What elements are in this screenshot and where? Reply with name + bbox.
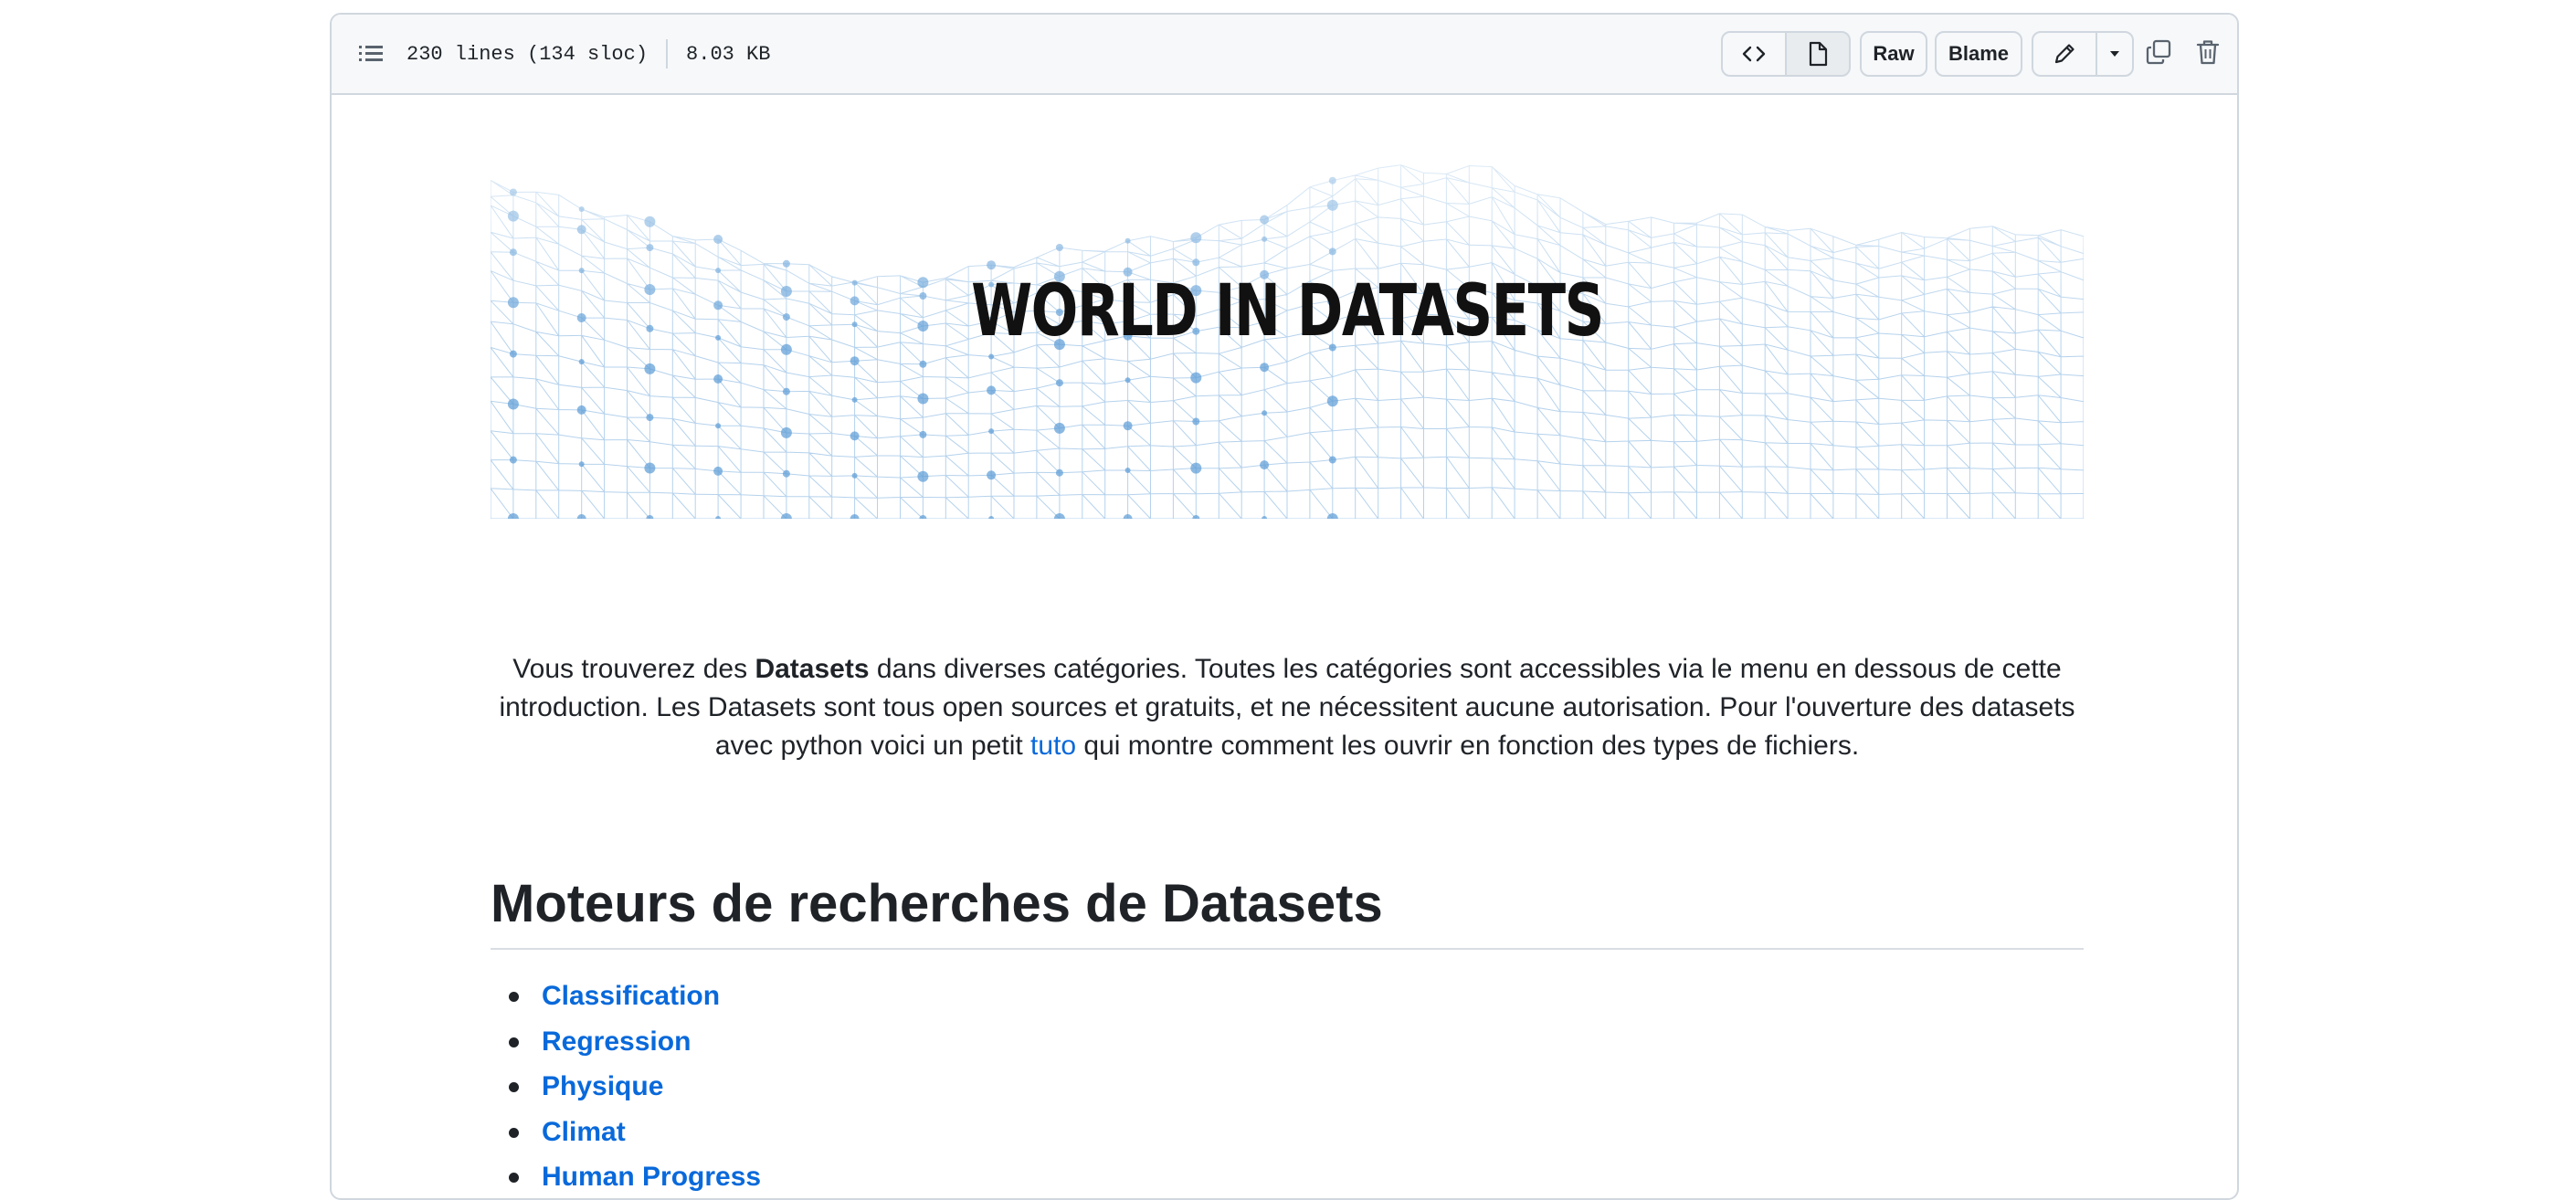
file-header: 230 lines (134 sloc) 8.03 KB Raw Blame xyxy=(332,15,2237,95)
file-size: 8.03 KB xyxy=(686,42,771,66)
file-icon xyxy=(1809,41,1828,67)
copy-button[interactable] xyxy=(2143,37,2174,68)
banner-image: WORLD IN DATASETS xyxy=(491,161,2084,519)
trash-icon xyxy=(2196,40,2220,65)
section-heading: Moteurs de recherches de Datasets xyxy=(491,866,2084,950)
category-link-regression[interactable]: Regression xyxy=(542,1026,691,1057)
divider xyxy=(666,39,669,68)
line-count: 230 lines (134 sloc) xyxy=(406,42,649,66)
category-link-classification[interactable]: Classification xyxy=(542,981,720,1011)
file-info: 230 lines (134 sloc) 8.03 KB xyxy=(406,39,771,68)
delete-button[interactable] xyxy=(2192,37,2223,68)
edit-dropdown-button[interactable] xyxy=(2096,31,2134,77)
intro-bold: Datasets xyxy=(755,654,870,684)
category-link-climat[interactable]: Climat xyxy=(542,1117,626,1147)
banner-title: WORLD IN DATASETS xyxy=(971,270,1604,353)
code-view-button[interactable] xyxy=(1721,31,1787,77)
edit-button[interactable] xyxy=(2032,31,2097,77)
raw-button[interactable]: Raw xyxy=(1860,31,1927,77)
list-item: Regression xyxy=(491,1023,1952,1068)
intro-text: Vous trouverez des xyxy=(512,654,755,684)
copy-icon xyxy=(2146,39,2171,65)
list-item: Classification xyxy=(491,977,1952,1023)
list-unordered-icon[interactable] xyxy=(357,40,385,68)
tuto-link[interactable]: tuto xyxy=(1030,731,1076,761)
list-item: Human Progress xyxy=(491,1158,1952,1198)
intro-paragraph: Vous trouverez des Datasets dans diverse… xyxy=(491,650,2084,765)
blame-button[interactable]: Blame xyxy=(1935,31,2022,77)
triangle-down-icon xyxy=(2110,51,2119,57)
list-item: Physique xyxy=(491,1068,1952,1113)
pencil-icon xyxy=(2054,44,2075,64)
list-item: Climat xyxy=(491,1113,1952,1159)
preview-button[interactable] xyxy=(1785,31,1851,77)
intro-text: qui montre comment les ouvrir en fonctio… xyxy=(1076,731,1860,761)
category-link-physique[interactable]: Physique xyxy=(542,1071,663,1101)
file-viewer: 230 lines (134 sloc) 8.03 KB Raw Blame W… xyxy=(330,13,2239,1200)
category-list: Classification Regression Physique Clima… xyxy=(491,977,1952,1198)
code-icon xyxy=(1742,46,1766,62)
category-link-human-progress[interactable]: Human Progress xyxy=(542,1162,761,1192)
